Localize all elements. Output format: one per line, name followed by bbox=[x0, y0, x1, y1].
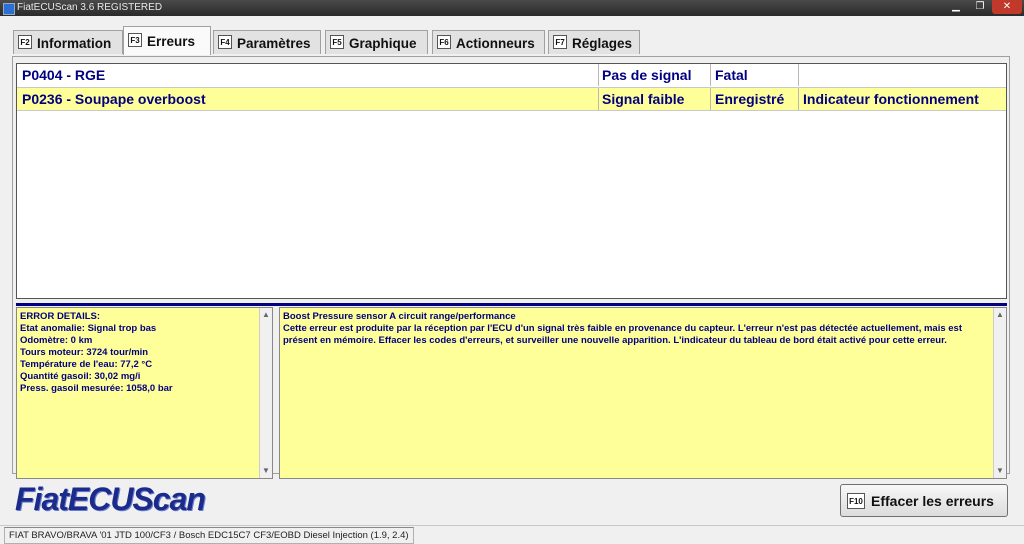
tab-information[interactable]: F2 Information bbox=[13, 30, 123, 54]
scroll-down-icon[interactable]: ▼ bbox=[994, 465, 1006, 477]
tab-label: Paramètres bbox=[237, 36, 311, 51]
error-row[interactable]: P0404 - RGE Pas de signal Fatal bbox=[17, 64, 1006, 86]
description-body: Cette erreur est produite par la récepti… bbox=[283, 323, 962, 346]
vertical-scrollbar[interactable]: ▲ ▼ bbox=[993, 308, 1006, 478]
tab-reglages[interactable]: F7 Réglages bbox=[548, 30, 640, 54]
description-title: Boost Pressure sensor A circuit range/pe… bbox=[283, 311, 516, 322]
clear-errors-button[interactable]: F10 Effacer les erreurs bbox=[840, 484, 1008, 517]
error-list[interactable]: P0404 - RGE Pas de signal Fatal P0236 - … bbox=[16, 63, 1007, 299]
app-logo: FiatECUScan bbox=[15, 481, 206, 517]
scroll-up-icon[interactable]: ▲ bbox=[260, 309, 272, 321]
tab-actionneurs[interactable]: F6 Actionneurs bbox=[432, 30, 545, 54]
error-details-text: ERROR DETAILS: Etat anomalie: Signal tro… bbox=[20, 311, 258, 395]
scroll-up-icon[interactable]: ▲ bbox=[994, 309, 1006, 321]
error-signal: Pas de signal bbox=[602, 67, 692, 83]
error-description-box[interactable]: Boost Pressure sensor A circuit range/pe… bbox=[279, 307, 1007, 479]
error-row[interactable]: P0236 - Soupape overboost Signal faible … bbox=[17, 87, 1006, 111]
details-header: ERROR DETAILS: bbox=[20, 311, 101, 322]
error-status: Enregistré bbox=[715, 91, 785, 107]
key-badge: F10 bbox=[847, 493, 865, 509]
column-separator bbox=[798, 88, 799, 110]
minimize-icon[interactable]: ▁ bbox=[944, 0, 968, 14]
details-line: Tours moteur: 3724 tour/min bbox=[20, 347, 149, 358]
section-divider bbox=[16, 303, 1007, 306]
error-code: P0404 - RGE bbox=[22, 67, 106, 83]
column-separator bbox=[798, 64, 799, 86]
details-line: Odomètre: 0 km bbox=[20, 335, 93, 346]
vertical-scrollbar[interactable]: ▲ ▼ bbox=[259, 308, 272, 478]
tab-label: Actionneurs bbox=[456, 36, 535, 51]
details-line: Température de l'eau: 77,2 °C bbox=[20, 359, 153, 370]
tab-graphique[interactable]: F5 Graphique bbox=[325, 30, 428, 54]
close-icon[interactable]: ✕ bbox=[992, 0, 1022, 14]
column-separator bbox=[710, 64, 711, 86]
key-badge: F2 bbox=[18, 35, 32, 49]
column-separator bbox=[598, 88, 599, 110]
app-icon bbox=[3, 3, 15, 15]
tab-erreurs[interactable]: F3 Erreurs bbox=[123, 26, 211, 55]
tab-parametres[interactable]: F4 Paramètres bbox=[213, 30, 321, 54]
column-separator bbox=[598, 64, 599, 86]
key-badge: F5 bbox=[330, 35, 344, 49]
tab-label: Graphique bbox=[349, 36, 417, 51]
key-badge: F7 bbox=[553, 35, 567, 49]
error-signal: Signal faible bbox=[602, 91, 685, 107]
status-bar: FIAT BRAVO/BRAVA '01 JTD 100/CF3 / Bosch… bbox=[0, 525, 1024, 544]
error-details-box[interactable]: ERROR DETAILS: Etat anomalie: Signal tro… bbox=[16, 307, 273, 479]
clear-errors-label: Effacer les erreurs bbox=[871, 493, 994, 509]
key-badge: F6 bbox=[437, 35, 451, 49]
title-bar: FiatECUScan 3.6 REGISTERED ▁ ❐ ✕ bbox=[0, 0, 1024, 16]
restore-icon[interactable]: ❐ bbox=[968, 0, 992, 14]
tab-label: Réglages bbox=[572, 36, 633, 51]
key-badge: F4 bbox=[218, 35, 232, 49]
details-line: Press. gasoil mesurée: 1058,0 bar bbox=[20, 383, 173, 394]
error-code: P0236 - Soupape overboost bbox=[22, 91, 206, 107]
details-line: Etat anomalie: Signal trop bas bbox=[20, 323, 157, 334]
error-status: Fatal bbox=[715, 67, 748, 83]
tab-label: Information bbox=[37, 36, 112, 51]
column-separator bbox=[710, 88, 711, 110]
error-description-text: Boost Pressure sensor A circuit range/pe… bbox=[283, 311, 988, 347]
details-line: Quantité gasoil: 30,02 mg/i bbox=[20, 371, 141, 382]
vehicle-info: FIAT BRAVO/BRAVA '01 JTD 100/CF3 / Bosch… bbox=[4, 527, 414, 544]
error-indicator: Indicateur fonctionnement bbox=[803, 91, 979, 107]
tab-label: Erreurs bbox=[147, 34, 196, 49]
window-title: FiatECUScan 3.6 REGISTERED bbox=[17, 2, 163, 13]
key-badge: F3 bbox=[128, 33, 142, 47]
scroll-down-icon[interactable]: ▼ bbox=[260, 465, 272, 477]
